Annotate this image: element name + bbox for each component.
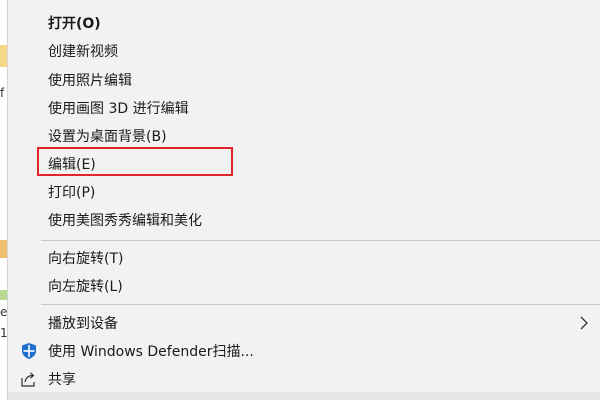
menu-item-label: 播放到设备	[48, 316, 118, 332]
menu-item-label: 打印(P)	[48, 185, 96, 201]
menu-item-label: 创建新视频	[48, 44, 118, 60]
context-menu: 打开(O) 创建新视频 使用照片编辑 使用画图 3D 进行编辑 设置为桌面背景(…	[7, 0, 600, 400]
menu-item-label: 向左旋转(L)	[48, 279, 123, 295]
menu-item-rotate-right[interactable]: 向右旋转(T)	[8, 244, 600, 272]
menu-item-create-video[interactable]: 创建新视频	[8, 37, 600, 65]
menu-item-edit[interactable]: 编辑(E)	[8, 150, 600, 178]
menu-item-rotate-left[interactable]: 向左旋转(L)	[8, 272, 600, 300]
chevron-right-icon	[580, 316, 588, 330]
menu-item-edit-with-photos[interactable]: 使用照片编辑	[8, 66, 600, 94]
menu-item-label: 共享	[48, 372, 76, 388]
menu-item-label: 设置为桌面背景(B)	[48, 129, 167, 145]
menu-item-meitu-edit[interactable]: 使用美图秀秀编辑和美化	[8, 206, 600, 234]
screen: f e 1 打开(O) 创建新视频 使用照片编辑 使用画图 3D 进行编辑 设置…	[0, 0, 600, 400]
menu-item-label: 打开(O)	[48, 16, 101, 32]
menu-item-open[interactable]: 打开(O)	[8, 9, 600, 37]
menu-separator	[41, 304, 600, 305]
background-text: f	[0, 86, 5, 100]
menu-item-cast-to-device[interactable]: 播放到设备	[8, 309, 600, 337]
menu-item-label: 使用照片编辑	[48, 73, 132, 89]
menu-separator	[41, 240, 600, 241]
menu-item-print[interactable]: 打印(P)	[8, 178, 600, 206]
menu-item-share[interactable]: 共享	[8, 365, 600, 393]
menu-item-set-desktop-background[interactable]: 设置为桌面背景(B)	[8, 122, 600, 150]
background-thumbnail	[0, 240, 7, 258]
menu-item-label: 使用 Windows Defender扫描...	[48, 344, 254, 360]
menu-item-edit-with-paint3d[interactable]: 使用画图 3D 进行编辑	[8, 94, 600, 122]
windows-defender-shield-icon	[22, 343, 36, 359]
menu-item-label: 使用画图 3D 进行编辑	[48, 101, 189, 117]
background-text: e	[0, 305, 7, 319]
menu-item-windows-defender-scan[interactable]: 使用 Windows Defender扫描...	[8, 337, 600, 365]
menu-item-label: 使用美图秀秀编辑和美化	[48, 213, 202, 229]
menu-item-label: 向右旋转(T)	[48, 251, 124, 267]
menu-item-label: 编辑(E)	[48, 157, 96, 173]
background-text: 1	[0, 326, 7, 340]
share-icon	[21, 372, 35, 387]
background-thumbnail	[0, 290, 7, 300]
next-menu-item-partial	[8, 392, 600, 400]
background-thumbnail	[0, 45, 7, 67]
